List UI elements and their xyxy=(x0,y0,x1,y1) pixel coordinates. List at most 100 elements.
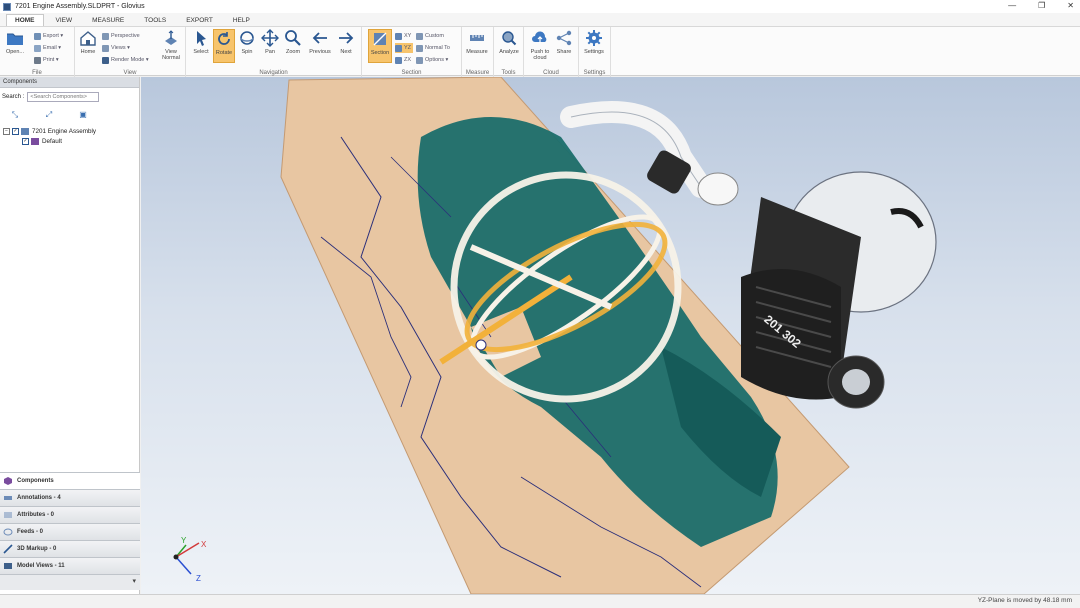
home-button[interactable]: Home xyxy=(77,29,99,63)
child-checkbox[interactable]: ✓ xyxy=(22,138,29,145)
root-checkbox[interactable]: ✓ xyxy=(12,128,19,135)
pan-button[interactable]: Pan xyxy=(259,29,281,63)
feeds-icon xyxy=(3,528,13,536)
pipe-end xyxy=(697,172,739,206)
rotate-button[interactable]: Rotate xyxy=(213,29,235,63)
accordion-menu-icon[interactable]: ▾ xyxy=(132,577,136,585)
custom-plane-icon xyxy=(416,32,423,40)
maximize-icon[interactable]: ❐ xyxy=(1038,1,1045,10)
push-to-cloud-button[interactable]: Push to cloud xyxy=(527,29,553,63)
accordion-components[interactable]: Components xyxy=(0,472,140,489)
axis-z-label: Z xyxy=(196,574,201,583)
search-label: Search : xyxy=(2,94,25,100)
tab-tools[interactable]: TOOLS xyxy=(136,15,174,26)
print-button[interactable]: Print ▾ xyxy=(34,55,59,65)
window-controls: — ❐ ✕ xyxy=(1008,1,1074,10)
yz-plane-button[interactable]: YZ xyxy=(395,43,414,53)
export-icon xyxy=(34,32,41,40)
components-panel-header: Components xyxy=(0,77,139,88)
open-button[interactable]: Open... xyxy=(4,29,26,63)
configuration-icon xyxy=(31,138,39,145)
axis-y-label: Y xyxy=(181,536,187,545)
accordion-3d-markup[interactable]: 3D Markup - 0 xyxy=(0,540,140,557)
settings-group: Settings Settings xyxy=(579,27,611,77)
menu-tabs: HOME VIEW MEASURE TOOLS EXPORT HELP xyxy=(0,13,1080,26)
normal-to-button[interactable]: Normal To xyxy=(416,43,450,53)
attributes-icon xyxy=(4,512,12,518)
perspective-button[interactable]: Perspective xyxy=(102,31,140,41)
tree-child-label: Default xyxy=(42,138,62,145)
close-icon[interactable]: ✕ xyxy=(1067,1,1074,10)
accordion-feeds[interactable]: Feeds - 0 xyxy=(0,523,140,540)
status-bar: YZ-Plane is moved by 48.18 mm xyxy=(0,594,1080,608)
model-canvas[interactable]: 201 302 Y X Z xyxy=(141,77,1080,594)
file-group: Open... Export ▾ Email ▾ Print ▾ File xyxy=(0,27,75,77)
pan-icon xyxy=(261,29,279,47)
section-group-label: Section xyxy=(401,70,422,76)
tree-child-row[interactable]: ✓ Default xyxy=(22,138,62,145)
zoom-icon xyxy=(285,30,301,46)
expand-all-icon[interactable]: ⤡ xyxy=(10,110,20,120)
settings-button[interactable]: Settings xyxy=(583,29,605,63)
share-icon xyxy=(556,30,572,46)
view-normal-button[interactable]: View Normal xyxy=(159,29,183,63)
app-icon xyxy=(3,2,11,11)
tab-measure[interactable]: MEASURE xyxy=(84,15,132,26)
tree-root-row[interactable]: − ✓ 7201 Engine Assembly xyxy=(3,128,96,135)
tab-view[interactable]: VIEW xyxy=(48,15,81,26)
folder-icon xyxy=(7,33,23,45)
ruler-icon xyxy=(470,35,484,41)
search-input[interactable] xyxy=(27,92,100,102)
accordion-model-views[interactable]: Model Views - 11 xyxy=(0,557,140,574)
tools-group: Analyze Tools xyxy=(494,27,524,77)
options-button[interactable]: Options ▾ xyxy=(416,55,448,65)
export-button[interactable]: Export ▾ xyxy=(34,31,63,41)
share-button[interactable]: Share xyxy=(553,29,575,63)
measure-group-label: Measure xyxy=(465,70,490,76)
rotate-icon xyxy=(218,32,230,45)
select-button[interactable]: Select xyxy=(190,29,212,63)
accordion-annotations[interactable]: Annotations - 4 xyxy=(0,489,140,506)
cube-icon xyxy=(4,477,12,485)
tree-collapse-icon[interactable]: − xyxy=(3,128,10,135)
email-icon xyxy=(34,44,41,52)
title-bar: 7201 Engine Assembly.SLDPRT - Glovius — … xyxy=(0,0,1080,13)
model-views-icon xyxy=(4,563,12,569)
email-button[interactable]: Email ▾ xyxy=(34,43,61,53)
axis-x-label: X xyxy=(201,540,207,549)
assembly-icon xyxy=(21,128,29,135)
gear-icon xyxy=(586,30,602,46)
status-message: YZ-Plane is moved by 48.18 mm xyxy=(977,597,1072,604)
spin-button[interactable]: Spin xyxy=(236,29,258,63)
zx-plane-button[interactable]: ZX xyxy=(395,55,411,65)
render-mode-button[interactable]: Render Mode ▾ xyxy=(102,55,149,65)
cloud-group-label: Cloud xyxy=(543,70,559,76)
ribbon: Open... Export ▾ Email ▾ Print ▾ File Ho… xyxy=(0,26,1080,77)
zx-plane-icon xyxy=(395,56,402,64)
annotation-icon xyxy=(4,496,12,500)
section-icon xyxy=(373,32,387,46)
section-button[interactable]: Section xyxy=(368,29,392,63)
minimize-icon[interactable]: — xyxy=(1008,1,1016,10)
navigation-group-label: Navigation xyxy=(259,70,288,76)
copy-icon[interactable]: ▣ xyxy=(78,110,88,120)
previous-button[interactable]: Previous xyxy=(307,29,333,63)
views-button[interactable]: Views ▾ xyxy=(102,43,130,53)
arrow-left-icon xyxy=(312,32,327,44)
3d-viewport[interactable]: 201 302 Y X Z xyxy=(141,77,1080,594)
xy-plane-button[interactable]: XY xyxy=(395,31,411,41)
analyze-button[interactable]: Analyze xyxy=(498,29,520,63)
collapse-all-icon[interactable]: ⤢ xyxy=(44,110,54,120)
accordion-footer: ▾ xyxy=(0,574,140,590)
tab-home[interactable]: HOME xyxy=(6,14,44,26)
zoom-button[interactable]: Zoom xyxy=(282,29,304,63)
tab-export[interactable]: EXPORT xyxy=(178,15,221,26)
panel-accordion: Components Annotations - 4 Attributes - … xyxy=(0,472,140,590)
tree-toolbar: ⤡ ⤢ ▣ xyxy=(10,110,88,120)
custom-button[interactable]: Custom xyxy=(416,31,444,41)
tab-help[interactable]: HELP xyxy=(225,15,258,26)
measure-button[interactable]: Measure xyxy=(466,29,488,63)
cloud-upload-icon xyxy=(532,31,547,43)
next-button[interactable]: Next xyxy=(335,29,357,63)
accordion-attributes[interactable]: Attributes - 0 xyxy=(0,506,140,523)
